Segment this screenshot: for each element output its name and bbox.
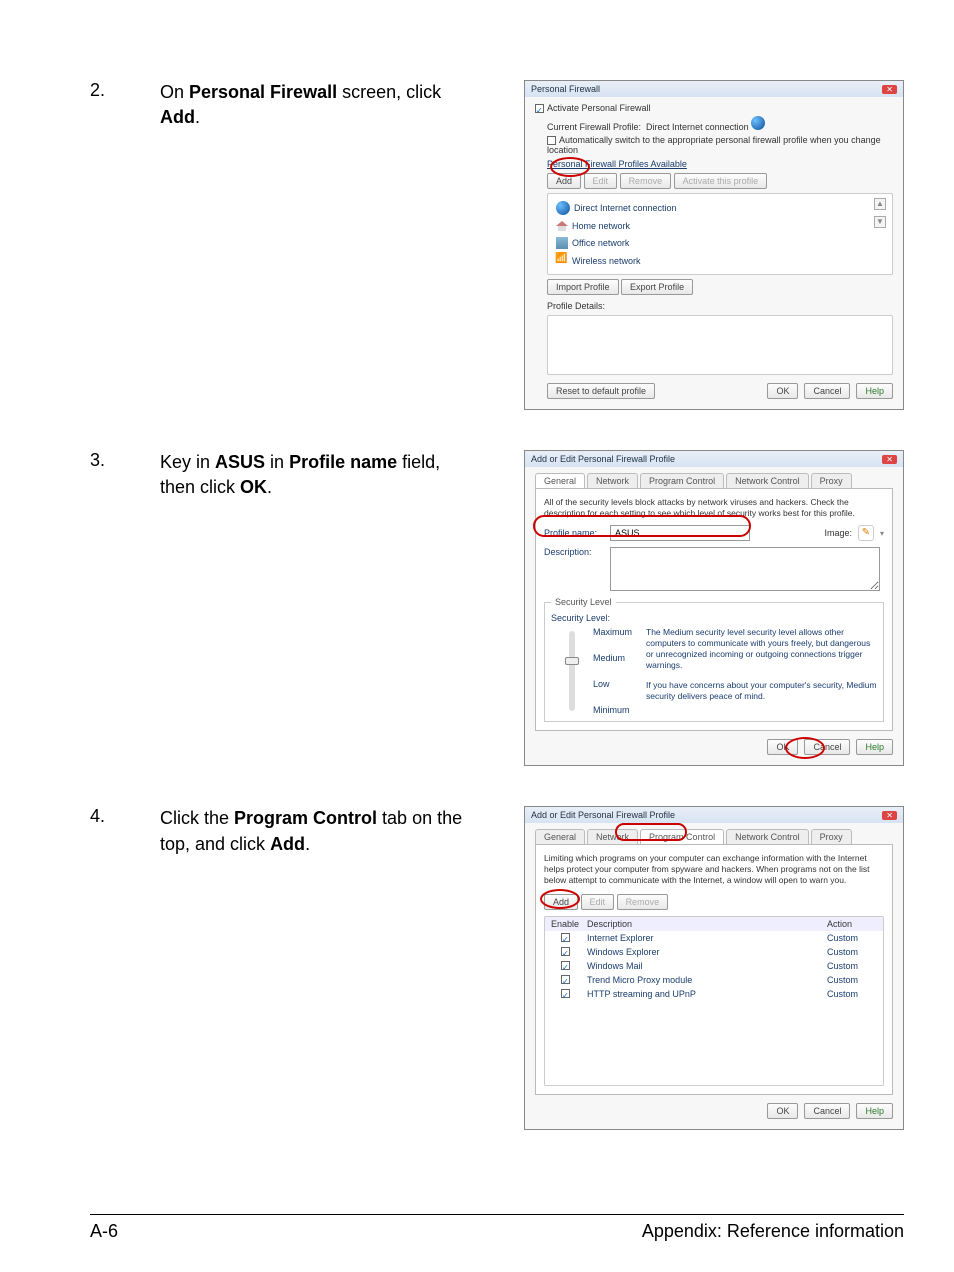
add-button[interactable]: Add (544, 894, 578, 910)
move-down-button[interactable]: ▼ (874, 216, 886, 228)
window-title: Add or Edit Personal Firewall Profile (531, 454, 675, 464)
tab-network-control[interactable]: Network Control (726, 829, 809, 844)
ok-button[interactable]: OK (767, 1103, 798, 1119)
export-button[interactable]: Export Profile (621, 279, 693, 295)
globe-icon (556, 201, 570, 215)
close-icon[interactable]: ✕ (882, 455, 897, 464)
step-number: 2. (90, 80, 160, 101)
table-row[interactable]: Internet ExplorerCustom (545, 931, 883, 945)
profile-item[interactable]: Wireless network (554, 252, 874, 270)
cancel-button[interactable]: Cancel (804, 739, 850, 755)
activate-checkbox[interactable] (535, 104, 544, 113)
home-icon (556, 221, 568, 231)
tab-general[interactable]: General (535, 829, 585, 844)
step-instruction: Click the Program Control tab on the top… (160, 806, 480, 856)
table-row[interactable]: Trend Micro Proxy moduleCustom (545, 973, 883, 987)
step-number: 4. (90, 806, 160, 827)
tab-general[interactable]: General (535, 473, 585, 488)
description-label: Description: (544, 547, 604, 557)
step-number: 3. (90, 450, 160, 471)
remove-button[interactable]: Remove (620, 173, 672, 189)
wifi-icon (556, 255, 568, 267)
help-button[interactable]: Help (856, 383, 893, 399)
ok-button[interactable]: OK (767, 383, 798, 399)
office-icon (556, 237, 568, 249)
cancel-button[interactable]: Cancel (804, 383, 850, 399)
screenshot-personal-firewall: Personal Firewall ✕ Activate Personal Fi… (524, 80, 904, 410)
pencil-icon[interactable]: ✎ (858, 525, 874, 541)
tab-program-control[interactable]: Program Control (640, 829, 724, 844)
tab-program-control[interactable]: Program Control (640, 473, 724, 488)
profile-item[interactable]: Home network (554, 218, 874, 234)
move-up-button[interactable]: ▲ (874, 198, 886, 210)
close-icon[interactable]: ✕ (882, 85, 897, 94)
table-row[interactable]: HTTP streaming and UPnPCustom (545, 987, 883, 1001)
reset-button[interactable]: Reset to default profile (547, 383, 655, 399)
profile-item[interactable]: Office network (554, 234, 874, 252)
description-input[interactable] (610, 547, 880, 591)
page-title-footer: Appendix: Reference information (642, 1221, 904, 1242)
tab-network-control[interactable]: Network Control (726, 473, 809, 488)
edit-button[interactable]: Edit (581, 894, 615, 910)
import-button[interactable]: Import Profile (547, 279, 619, 295)
table-row[interactable]: Windows ExplorerCustom (545, 945, 883, 959)
activate-button[interactable]: Activate this profile (674, 173, 768, 189)
autoswitch-checkbox[interactable] (547, 136, 556, 145)
window-title: Add or Edit Personal Firewall Profile (531, 810, 675, 820)
page-number: A-6 (90, 1221, 118, 1242)
cancel-button[interactable]: Cancel (804, 1103, 850, 1119)
close-icon[interactable]: ✕ (882, 811, 897, 820)
profile-details-label: Profile Details: (547, 301, 893, 311)
tab-network[interactable]: Network (587, 829, 638, 844)
add-button[interactable]: Add (547, 173, 581, 189)
table-row[interactable]: Windows MailCustom (545, 959, 883, 973)
tab-network[interactable]: Network (587, 473, 638, 488)
profile-name-input[interactable] (610, 525, 750, 541)
step-instruction: Key in ASUS in Profile name field, then … (160, 450, 480, 500)
security-slider[interactable] (569, 631, 575, 711)
help-button[interactable]: Help (856, 1103, 893, 1119)
step-instruction: On Personal Firewall screen, click Add. (160, 80, 480, 130)
window-title: Personal Firewall (531, 84, 600, 94)
remove-button[interactable]: Remove (617, 894, 669, 910)
screenshot-program-control: Add or Edit Personal Firewall Profile ✕ … (524, 806, 904, 1130)
globe-icon (751, 116, 765, 130)
screenshot-add-profile: Add or Edit Personal Firewall Profile ✕ … (524, 450, 904, 766)
edit-button[interactable]: Edit (584, 173, 618, 189)
profile-name-label: Profile name: (544, 528, 604, 538)
tab-proxy[interactable]: Proxy (811, 829, 852, 844)
ok-button[interactable]: OK (767, 739, 798, 755)
help-button[interactable]: Help (856, 739, 893, 755)
tab-proxy[interactable]: Proxy (811, 473, 852, 488)
profile-item[interactable]: Direct Internet connection (554, 198, 874, 218)
